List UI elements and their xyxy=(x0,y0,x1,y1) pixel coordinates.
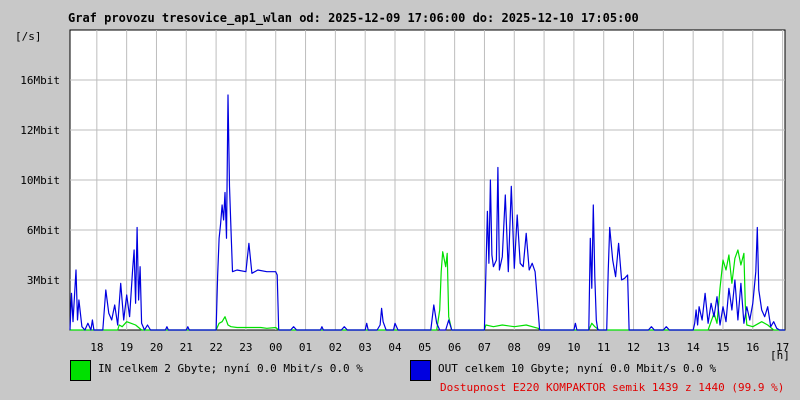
x-tick-label: 11 xyxy=(597,341,610,354)
legend-in-swatch xyxy=(70,360,91,381)
x-tick-label: 08 xyxy=(508,341,521,354)
x-tick-label: 09 xyxy=(537,341,550,354)
x-tick-label: 07 xyxy=(478,341,491,354)
y-tick-label: 6Mbit xyxy=(27,224,60,237)
x-tick-label: 12 xyxy=(627,341,640,354)
x-tick-label: 15 xyxy=(716,341,729,354)
x-tick-label: 10 xyxy=(567,341,580,354)
x-tick-label: 14 xyxy=(687,341,701,354)
y-tick-label: 12Mbit xyxy=(20,124,60,137)
x-tick-label: 18 xyxy=(90,341,103,354)
traffic-chart: 18 19 20 21 22 23 00 01 02 03 04 05 06 07 08 09 10 11 12 13… xyxy=(20,29,790,362)
x-axis-unit-label: [h] xyxy=(770,349,790,362)
legend-out-label: OUT celkem 10 Gbyte; nyní 0.0 Mbit/s 0.0… xyxy=(438,362,717,375)
y-tick-labels: 3Mbit 6Mbit 10Mbit 12Mbit 16Mbit xyxy=(20,74,60,287)
x-tick-label: 23 xyxy=(239,341,252,354)
x-tick-label: 04 xyxy=(388,341,402,354)
legend-in-label: IN celkem 2 Gbyte; nyní 0.0 Mbit/s 0.0 % xyxy=(98,362,363,375)
y-tick-label: 3Mbit xyxy=(27,274,60,287)
x-tick-label: 22 xyxy=(209,341,222,354)
x-tick-label: 06 xyxy=(448,341,461,354)
x-tick-label: 00 xyxy=(269,341,282,354)
legend-out-swatch xyxy=(410,360,431,381)
x-tick-label: 13 xyxy=(657,341,670,354)
x-tick-label: 05 xyxy=(418,341,431,354)
x-tick-labels: 18 19 20 21 22 23 00 01 02 03 04 05 06 07 08 09 10 11 12 13… xyxy=(90,341,789,354)
x-tick-label: 20 xyxy=(150,341,163,354)
x-tick-label: 19 xyxy=(120,341,133,354)
x-tick-label: 21 xyxy=(180,341,193,354)
x-tick-label: 02 xyxy=(329,341,342,354)
x-tick-label: 01 xyxy=(299,341,312,354)
x-tick-label: 03 xyxy=(359,341,372,354)
x-tick-label: 16 xyxy=(746,341,759,354)
y-tick-label: 16Mbit xyxy=(20,74,60,87)
y-tick-label: 10Mbit xyxy=(20,174,60,187)
availability-note: Dostupnost E220 KOMPAKTOR semik 1439 z 1… xyxy=(440,381,785,394)
